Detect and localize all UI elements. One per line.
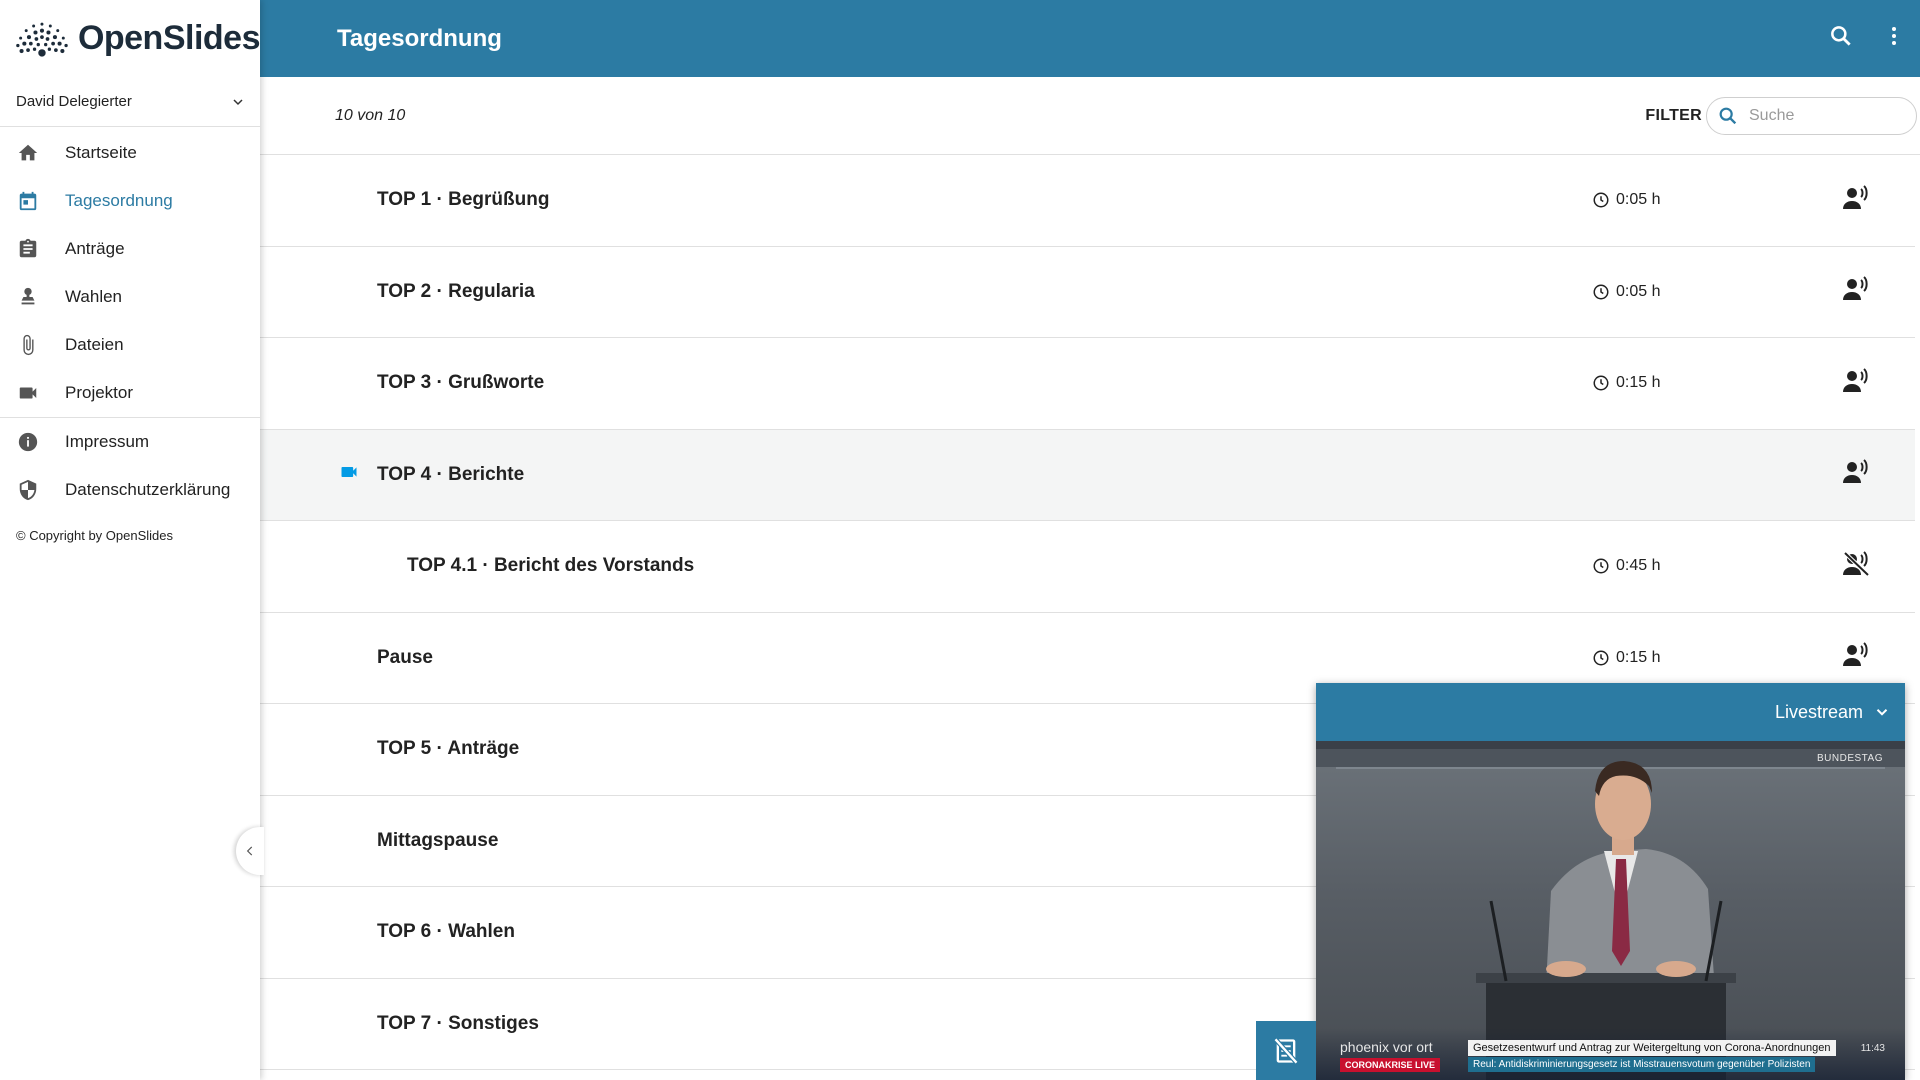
livestream-header[interactable]: Livestream	[1316, 683, 1905, 741]
speaker-icon[interactable]	[1842, 367, 1870, 399]
agenda-item[interactable]: TOP 1 · Begrüßung 0:05 h	[260, 155, 1915, 247]
agenda-item-duration: 0:05 h	[1592, 283, 1660, 301]
filter-button[interactable]: FILTER	[1645, 107, 1702, 125]
agenda-item-title: TOP 5 · Anträge	[377, 738, 520, 760]
sidebar-item-impressum[interactable]: Impressum	[0, 418, 260, 466]
shield-icon	[16, 478, 40, 502]
clock-icon	[1593, 284, 1609, 300]
user-name: David Delegierter	[16, 93, 132, 110]
chevron-left-icon	[246, 846, 253, 856]
openslides-logo-icon	[16, 22, 68, 57]
duration-text: 0:45 h	[1616, 557, 1661, 575]
agenda-item-title: TOP 4.1 · Bericht des Vorstands	[407, 555, 695, 577]
sidebar-item-tagesordnung[interactable]: Tagesordnung	[0, 177, 260, 225]
broadcast-caption-ticker: Reul: Antidiskriminierungsgesetz ist Mis…	[1468, 1057, 1816, 1072]
sidebar-item-dateien[interactable]: Dateien	[0, 321, 260, 369]
sidebar-item-label: Dateien	[65, 335, 124, 354]
broadcast-caption-headline: Gesetzesentwurf und Antrag zur Weitergel…	[1468, 1040, 1836, 1056]
speaker-icon[interactable]	[1842, 276, 1870, 307]
sidebar-item-wahlen[interactable]: Wahlen	[0, 273, 260, 321]
sidebar-item-label: Startseite	[65, 143, 137, 162]
agenda-item[interactable]: TOP 3 · Grußworte 0:15 h	[260, 338, 1915, 430]
sidebar-item-projektor[interactable]: Projektor	[0, 369, 260, 417]
search-field[interactable]	[1706, 96, 1917, 135]
duration-text: 0:15 h	[1616, 648, 1661, 666]
sidebar-item-label: Anträge	[65, 239, 125, 258]
sidebar-item-label: Impressum	[65, 432, 150, 451]
header-actions	[1828, 0, 1906, 77]
videocam-icon	[16, 381, 40, 405]
sidebar-item-label: Projektor	[65, 383, 134, 402]
sidebar-item-antraege[interactable]: Anträge	[0, 225, 260, 273]
main-nav: Startseite Tagesordnung Anträge Wahlen D…	[0, 127, 260, 557]
calendar-icon	[16, 189, 40, 213]
speaker-icon[interactable]	[1842, 184, 1870, 216]
clock-icon	[1593, 558, 1609, 574]
agenda-item-title: TOP 3 · Grußworte	[377, 372, 545, 394]
livestream-video[interactable]: BUNDESTAG phoenix vor ort CORONAKRISE LI…	[1316, 741, 1905, 1080]
more-vert-icon[interactable]	[1882, 23, 1906, 54]
filter-bar: 10 von 10 FILTER	[260, 77, 1920, 155]
livestream-panel: Livestream BUNDESTAG phoenix vor ort COR…	[1316, 683, 1905, 1080]
sidebar-item-datenschutz[interactable]: Datenschutzerklärung	[0, 466, 260, 514]
agenda-item-duration: 0:45 h	[1592, 557, 1660, 575]
user-menu[interactable]: David Delegierter	[0, 77, 260, 127]
sidebar: OpenSlides David Delegierter Startseite …	[0, 0, 261, 1080]
chevron-down-icon	[1876, 709, 1888, 716]
duration-text: 0:05 h	[1616, 191, 1661, 209]
broadcast-time: 11:43	[1860, 1043, 1885, 1054]
sidebar-item-label: Wahlen	[65, 287, 123, 306]
speaker-icon[interactable]	[1842, 642, 1870, 673]
agenda-item-title: Mittagspause	[377, 829, 499, 851]
page-title: Tagesordnung	[337, 24, 502, 52]
projector-videocam-icon	[337, 462, 361, 487]
projector-off-icon	[1273, 1037, 1299, 1064]
agenda-item-duration: 0:15 h	[1592, 649, 1660, 667]
duration-text: 0:05 h	[1616, 282, 1661, 300]
top-toolbar: Tagesordnung	[260, 0, 1920, 77]
info-icon	[16, 430, 40, 454]
sidebar-item-label: Datenschutzerklärung	[65, 480, 231, 499]
item-count: 10 von 10	[335, 106, 406, 124]
projector-off-button[interactable]	[1256, 1021, 1316, 1080]
agenda-item-title: TOP 6 · Wahlen	[377, 921, 515, 943]
livestream-title: Livestream	[1774, 701, 1863, 722]
home-icon	[16, 141, 40, 165]
search-icon[interactable]	[1828, 23, 1854, 54]
clock-icon	[1593, 650, 1609, 666]
speaker-off-icon[interactable]	[1842, 550, 1870, 582]
assignment-icon	[16, 237, 40, 261]
sidebar-item-startseite[interactable]: Startseite	[0, 129, 260, 177]
copyright-text: © Copyright by OpenSlides	[16, 528, 173, 543]
clock-icon	[1593, 375, 1609, 391]
clock-icon	[1593, 192, 1609, 208]
broadcaster-brand: phoenix vor ort	[1340, 1039, 1433, 1055]
search-icon	[1719, 107, 1737, 124]
channel-badge: BUNDESTAG	[1817, 753, 1883, 764]
app-name: OpenSlides	[77, 19, 261, 57]
vote-icon	[16, 285, 40, 309]
agenda-subitem[interactable]: TOP 4.1 · Bericht des Vorstands 0:45 h	[260, 521, 1915, 613]
agenda-item-duration: 0:05 h	[1592, 191, 1660, 209]
agenda-item-title: TOP 4 · Berichte	[377, 463, 525, 485]
app-logo[interactable]: OpenSlides	[0, 0, 261, 77]
speaker-icon[interactable]	[1842, 459, 1870, 490]
attachment-icon	[16, 333, 40, 357]
search-input[interactable]	[1749, 106, 1899, 125]
agenda-item-title: TOP 1 · Begrüßung	[377, 189, 550, 211]
agenda-item-title: TOP 7 · Sonstiges	[377, 1012, 539, 1034]
agenda-item-title: Pause	[377, 646, 433, 668]
sidebar-item-label: Tagesordnung	[65, 191, 173, 210]
agenda-item-duration: 0:15 h	[1592, 374, 1660, 392]
broadcaster-subtitle: CORONAKRISE LIVE	[1340, 1058, 1441, 1072]
duration-text: 0:15 h	[1616, 374, 1661, 392]
chevron-down-icon	[233, 98, 243, 105]
agenda-item-title: TOP 2 · Regularia	[377, 280, 535, 302]
agenda-item[interactable]: TOP 2 · Regularia 0:05 h	[260, 247, 1915, 338]
agenda-item-projected[interactable]: TOP 4 · Berichte	[260, 429, 1915, 521]
